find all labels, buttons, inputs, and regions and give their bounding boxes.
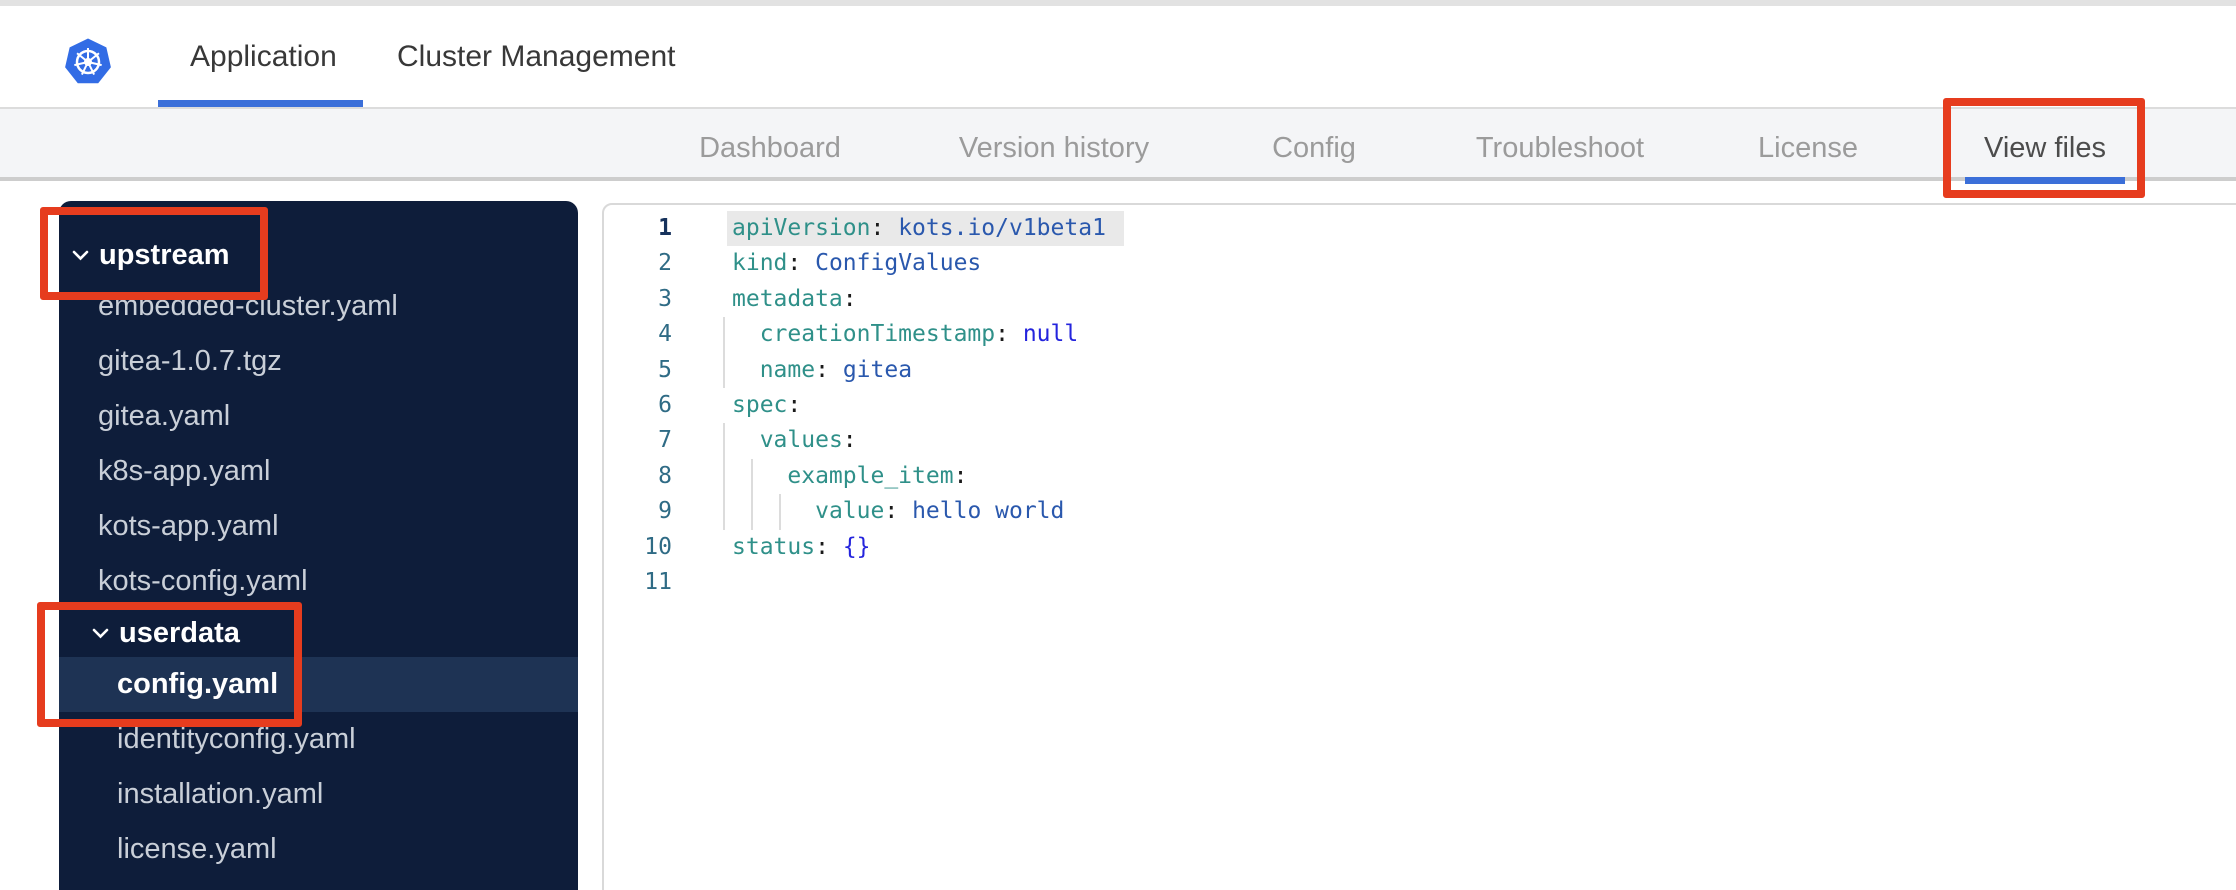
file-tree-label: upstream bbox=[99, 238, 230, 271]
active-subnav-underline bbox=[1965, 177, 2125, 184]
file-tree-item-k8s-app.yaml[interactable]: k8s-app.yaml bbox=[59, 444, 578, 499]
app-subnav: Dashboard Version history Config Trouble… bbox=[0, 109, 2236, 181]
code-line-content[interactable]: metadata: bbox=[672, 282, 2236, 317]
indent-guide bbox=[723, 352, 725, 388]
code-line: 6 spec: bbox=[604, 388, 2236, 423]
code-line: 5 name: gitea bbox=[604, 352, 2236, 388]
file-tree-item-embedded-cluster.yaml[interactable]: embedded-cluster.yaml bbox=[59, 279, 578, 334]
tab-dashboard[interactable]: Dashboard bbox=[699, 109, 841, 177]
indent-guide bbox=[723, 494, 725, 530]
file-tree-label: userdata bbox=[119, 616, 240, 649]
line-number: 11 bbox=[644, 568, 672, 595]
code-tokens: status: {} bbox=[732, 533, 871, 560]
code-tokens: kind: ConfigValues bbox=[732, 250, 982, 277]
code-line: 3 metadata: bbox=[604, 282, 2236, 317]
line-number: 6 bbox=[658, 391, 672, 418]
tab-application[interactable]: Application bbox=[190, 6, 337, 107]
tab-license[interactable]: License bbox=[1758, 109, 1858, 177]
code-line: 1 apiVersion: kots.io/v1beta1 bbox=[604, 211, 2236, 247]
line-number: 10 bbox=[644, 533, 672, 560]
code-tokens: name: gitea bbox=[759, 356, 913, 383]
file-tree-label: kots-config.yaml bbox=[98, 565, 308, 597]
file-tree-item-userdata[interactable]: userdata bbox=[59, 609, 578, 657]
file-tree-label: installation.yaml bbox=[117, 778, 324, 810]
code-line-content[interactable]: example_item: bbox=[672, 458, 2236, 495]
file-tree-label: config.yaml bbox=[117, 668, 279, 700]
code-line-content[interactable]: name: gitea bbox=[672, 352, 2236, 388]
code-line-content[interactable] bbox=[672, 565, 2236, 600]
file-tree-item-kots-app.yaml[interactable]: kots-app.yaml bbox=[59, 499, 578, 554]
line-number: 2 bbox=[658, 250, 672, 277]
code-line: 8 example_item: bbox=[604, 458, 2236, 495]
file-tree-label: identityconfig.yaml bbox=[117, 723, 356, 755]
code-tokens: example_item: bbox=[787, 462, 968, 489]
chevron-down-icon bbox=[92, 628, 109, 639]
code-tokens: apiVersion: kots.io/v1beta1 bbox=[732, 215, 1106, 241]
code-line-content[interactable]: values: bbox=[672, 423, 2236, 459]
code-line-content[interactable]: apiVersion: kots.io/v1beta1 bbox=[672, 211, 2236, 247]
line-number: 4 bbox=[658, 321, 672, 348]
code-line-content[interactable]: kind: ConfigValues bbox=[672, 246, 2236, 281]
yaml-code-editor[interactable]: 1 apiVersion: kots.io/v1beta1 2 kind: Confi… bbox=[602, 203, 2236, 890]
file-tree-label: embedded-cluster.yaml bbox=[98, 290, 398, 322]
line-number: 9 bbox=[658, 498, 672, 525]
chevron-down-icon bbox=[72, 250, 89, 261]
line-number: 7 bbox=[658, 427, 672, 454]
file-tree-item-license.yaml[interactable]: license.yaml bbox=[59, 822, 578, 877]
line-number: 5 bbox=[658, 356, 672, 383]
code-tokens: value: hello world bbox=[815, 498, 1065, 525]
file-tree-sidebar: upstream embedded-cluster.yaml gitea-1.0.7… bbox=[59, 201, 578, 890]
code-line: 9 value: hello world bbox=[604, 494, 2236, 530]
file-tree-item-installation.yaml[interactable]: installation.yaml bbox=[59, 767, 578, 822]
header: Application Cluster Management bbox=[0, 6, 2236, 109]
active-tab-underline bbox=[158, 100, 363, 107]
code-line: 7 values: bbox=[604, 423, 2236, 459]
file-tree-item-config.yaml[interactable]: config.yaml bbox=[59, 657, 578, 712]
indent-guide bbox=[723, 458, 725, 495]
file-tree-label: kots-app.yaml bbox=[98, 510, 279, 542]
file-tree-item-gitea.yaml[interactable]: gitea.yaml bbox=[59, 389, 578, 444]
file-tree-label: gitea-1.0.7.tgz bbox=[98, 345, 282, 377]
code-tokens: spec: bbox=[732, 391, 802, 418]
file-tree-label: gitea.yaml bbox=[98, 400, 231, 432]
code-line: 10 status: {} bbox=[604, 530, 2236, 565]
kubernetes-logo-icon bbox=[63, 35, 113, 87]
file-tree-item-upstream[interactable]: upstream bbox=[59, 231, 578, 279]
code-tokens: creationTimestamp: null bbox=[759, 321, 1079, 348]
code-tokens: values: bbox=[759, 427, 857, 454]
file-tree-label: k8s-app.yaml bbox=[98, 455, 271, 487]
tab-view-files[interactable]: View files bbox=[1984, 109, 2106, 177]
line-number: 8 bbox=[658, 462, 672, 489]
file-tree-item-identityconfig.yaml[interactable]: identityconfig.yaml bbox=[59, 712, 578, 767]
tab-troubleshoot[interactable]: Troubleshoot bbox=[1476, 109, 1644, 177]
code-tokens: metadata: bbox=[732, 285, 857, 312]
code-line-content[interactable]: value: hello world bbox=[672, 494, 2236, 530]
file-tree-item-gitea-1.0.7.tgz[interactable]: gitea-1.0.7.tgz bbox=[59, 334, 578, 389]
line-number: 3 bbox=[658, 285, 672, 312]
tab-version-history[interactable]: Version history bbox=[959, 109, 1149, 177]
code-line: 11 bbox=[604, 565, 2236, 600]
tab-config[interactable]: Config bbox=[1272, 109, 1356, 177]
code-line-content[interactable]: status: {} bbox=[672, 530, 2236, 565]
code-line: 2 kind: ConfigValues bbox=[604, 246, 2236, 281]
indent-guide bbox=[723, 423, 725, 459]
line-number: 1 bbox=[658, 215, 672, 241]
code-line-content[interactable]: creationTimestamp: null bbox=[672, 317, 2236, 353]
code-line: 4 creationTimestamp: null bbox=[604, 317, 2236, 353]
kots-admin-console: Application Cluster Management Dashboard… bbox=[0, 0, 2236, 890]
indent-guide bbox=[723, 317, 725, 353]
file-tree-item-kots-config.yaml[interactable]: kots-config.yaml bbox=[59, 554, 578, 609]
file-tree-label: license.yaml bbox=[117, 833, 277, 865]
tab-cluster-management[interactable]: Cluster Management bbox=[397, 6, 675, 107]
code-line-content[interactable]: spec: bbox=[672, 388, 2236, 423]
